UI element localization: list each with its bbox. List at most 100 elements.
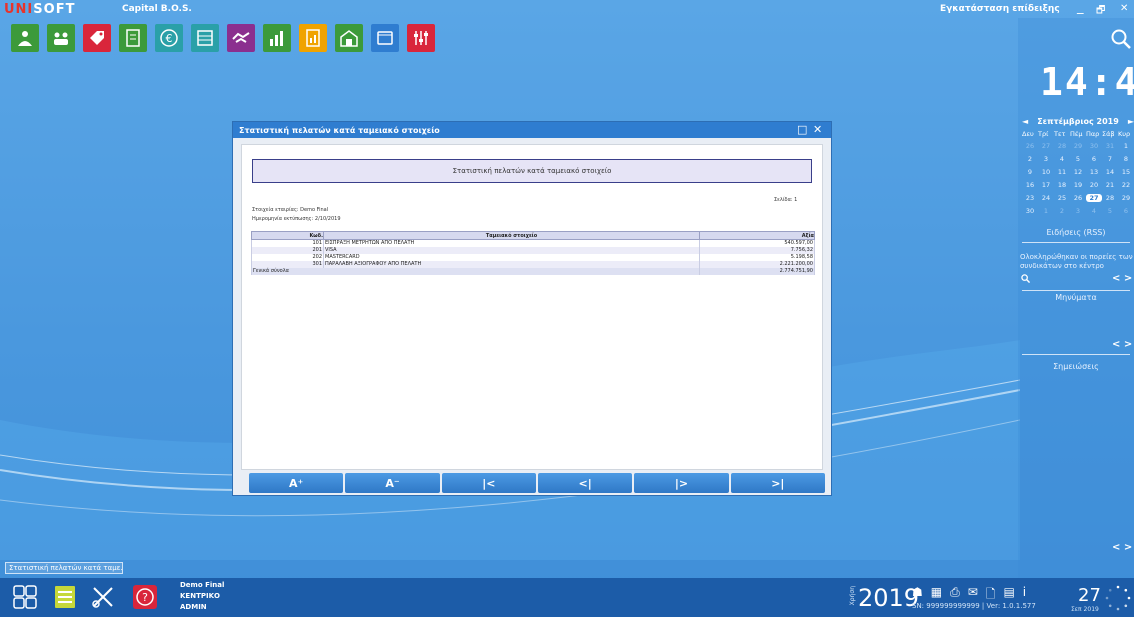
maximize-button[interactable]: □ <box>797 123 807 136</box>
calendar-day[interactable]: 23 <box>1022 194 1038 202</box>
table-row: 202 MASTERCARD 5.198,58 <box>251 253 815 261</box>
calendar-day[interactable]: 12 <box>1070 168 1086 176</box>
user-info: Demo Final ΚΕΝΤΡΙΚΟ ADMIN <box>180 580 224 613</box>
zoom-out-button[interactable]: A⁻ <box>345 473 440 493</box>
fiscal-year[interactable]: 2019 <box>858 584 919 612</box>
calendar-day[interactable]: 17 <box>1038 181 1054 189</box>
calendar-day[interactable]: 1 <box>1038 207 1054 215</box>
calendar-day[interactable]: 1 <box>1118 142 1134 150</box>
next-page-button[interactable]: |> <box>634 473 729 493</box>
minimize-button[interactable]: _ <box>1077 0 1084 15</box>
cell-code: 201 <box>251 246 324 254</box>
tag-icon <box>90 31 104 45</box>
calendar-day[interactable]: 27 <box>1038 142 1054 150</box>
close-button[interactable]: ✕ <box>1120 3 1128 14</box>
calendar-next-button[interactable]: ► <box>1128 117 1134 126</box>
calendar-day[interactable]: 31 <box>1102 142 1118 150</box>
calendar-day[interactable]: 25 <box>1054 194 1070 202</box>
module-documents-button[interactable] <box>119 24 147 52</box>
calendar-day[interactable]: 6 <box>1086 155 1102 163</box>
table-row: 301 ΠΑΡΑΛΑΒΗ ΑΞΙΟΓΡΑΦΟΥ ΑΠΟ ΠΕΛΑΤΗ 2.221.2… <box>251 260 815 268</box>
calendar-day[interactable]: 20 <box>1086 181 1102 189</box>
serial-version: SN: 999999999999 | Ver: 1.0.1.577 <box>912 602 1036 610</box>
cell-cash-item: ΕΙΣΠΡΑΞΗ ΜΕΤΡΗΤΩΝ ΑΠΟ ΠΕΛΑΤΗ <box>323 239 700 247</box>
cell-code: 101 <box>251 239 324 247</box>
tools-icon[interactable] <box>90 584 116 610</box>
dialog-title: Στατιστική πελατών κατά ταμειακό στοιχεί… <box>233 122 831 138</box>
calendar-day[interactable]: 22 <box>1118 181 1134 189</box>
first-page-button[interactable]: |< <box>441 473 536 493</box>
module-warehouse-button[interactable] <box>335 24 363 52</box>
taskbar-window-item[interactable]: Στατιστική πελατών κατά ταμε... <box>5 562 123 574</box>
rss-label[interactable]: Ειδήσεις (RSS) <box>1018 228 1134 237</box>
install-label: Εγκατάσταση επίδειξης <box>940 4 1060 14</box>
svg-text:?: ? <box>142 591 148 604</box>
product-name: Capital B.O.S. <box>122 4 192 14</box>
calendar-day[interactable]: 2 <box>1054 207 1070 215</box>
calendar-day[interactable]: 15 <box>1118 168 1134 176</box>
weekday-label: Κυρ <box>1118 130 1131 138</box>
search-icon[interactable] <box>1021 274 1030 283</box>
calendar-day[interactable]: 18 <box>1054 181 1070 189</box>
module-deals-button[interactable] <box>227 24 255 52</box>
calendar-day[interactable]: 5 <box>1102 207 1118 215</box>
previous-page-button[interactable]: <| <box>537 473 633 493</box>
calendar-day[interactable]: 28 <box>1102 194 1118 202</box>
calendar-day[interactable]: 13 <box>1086 168 1102 176</box>
module-finance-button[interactable]: € <box>155 24 183 52</box>
calendar-day[interactable]: 5 <box>1070 155 1086 163</box>
calendar-day[interactable]: 21 <box>1102 181 1118 189</box>
calendar-day[interactable]: 8 <box>1118 155 1134 163</box>
last-page-button[interactable]: >| <box>730 473 825 493</box>
cell-cash-item: ΠΑΡΑΛΑΒΗ ΑΞΙΟΓΡΑΦΟΥ ΑΠΟ ΠΕΛΑΤΗ <box>323 260 700 268</box>
notes-nav-arrows[interactable]: < > <box>1112 542 1132 553</box>
calendar-day[interactable]: 3 <box>1070 207 1086 215</box>
calendar-day[interactable]: 9 <box>1022 168 1038 176</box>
calendar-day[interactable]: 29 <box>1070 142 1086 150</box>
calendar-day[interactable]: 16 <box>1022 181 1038 189</box>
calendar-day[interactable]: 14 <box>1102 168 1118 176</box>
module-statistics-button[interactable] <box>263 24 291 52</box>
rss-nav-arrows[interactable]: < > <box>1112 273 1132 284</box>
calendar-day[interactable]: 11 <box>1054 168 1070 176</box>
calendar-day[interactable]: 26 <box>1022 142 1038 150</box>
help-icon[interactable]: ? <box>132 584 158 610</box>
calendar-day-today[interactable]: 27 <box>1086 194 1102 202</box>
zoom-in-button[interactable]: A⁺ <box>249 473 344 493</box>
module-crm-button[interactable] <box>11 24 39 52</box>
calendar-day[interactable]: 10 <box>1038 168 1054 176</box>
sliders-icon <box>414 31 428 45</box>
list-icon[interactable] <box>52 584 78 610</box>
messages-label[interactable]: Μηνύματα <box>1018 293 1134 302</box>
rss-headline[interactable]: Ολοκληρώθηκαν οι πορείες των συνδικάτων … <box>1020 253 1134 271</box>
calendar-day[interactable]: 28 <box>1054 142 1070 150</box>
module-windows-button[interactable] <box>371 24 399 52</box>
cell-code: 301 <box>251 260 324 268</box>
messages-nav-arrows[interactable]: < > <box>1112 339 1132 350</box>
calendar-day[interactable]: 4 <box>1086 207 1102 215</box>
calendar-day[interactable]: 24 <box>1038 194 1054 202</box>
calendar-day[interactable]: 29 <box>1118 194 1134 202</box>
module-sales-button[interactable] <box>83 24 111 52</box>
notes-label[interactable]: Σημειώσεις <box>1018 362 1134 371</box>
module-accounting-button[interactable] <box>191 24 219 52</box>
calendar-day[interactable]: 2 <box>1022 155 1038 163</box>
search-icon[interactable] <box>1110 28 1132 50</box>
close-button[interactable]: ✕ <box>813 123 822 136</box>
calendar-day[interactable]: 4 <box>1054 155 1070 163</box>
calendar-day[interactable]: 26 <box>1070 194 1086 202</box>
calendar-day[interactable]: 7 <box>1102 155 1118 163</box>
calendar-day[interactable]: 3 <box>1038 155 1054 163</box>
report-dialog: Στατιστική πελατών κατά ταμειακό στοιχεί… <box>232 121 832 496</box>
apps-grid-icon[interactable] <box>12 584 38 610</box>
column-header-cash-item: Ταμειακό στοιχείο <box>323 231 700 240</box>
module-settings-button[interactable] <box>407 24 435 52</box>
calendar-prev-button[interactable]: ◄ <box>1022 117 1028 126</box>
module-hr-button[interactable] <box>47 24 75 52</box>
calendar-day[interactable]: 6 <box>1118 207 1134 215</box>
calendar-day[interactable]: 30 <box>1086 142 1102 150</box>
calendar-day[interactable]: 19 <box>1070 181 1086 189</box>
module-reports-button[interactable] <box>299 24 327 52</box>
calendar-day[interactable]: 30 <box>1022 207 1038 215</box>
calendar-grid: 26 27 28 29 30 31 1 2 3 4 5 6 7 8 9 10 11 12 13 14 15 16 17 18 1… <box>1022 142 1134 215</box>
